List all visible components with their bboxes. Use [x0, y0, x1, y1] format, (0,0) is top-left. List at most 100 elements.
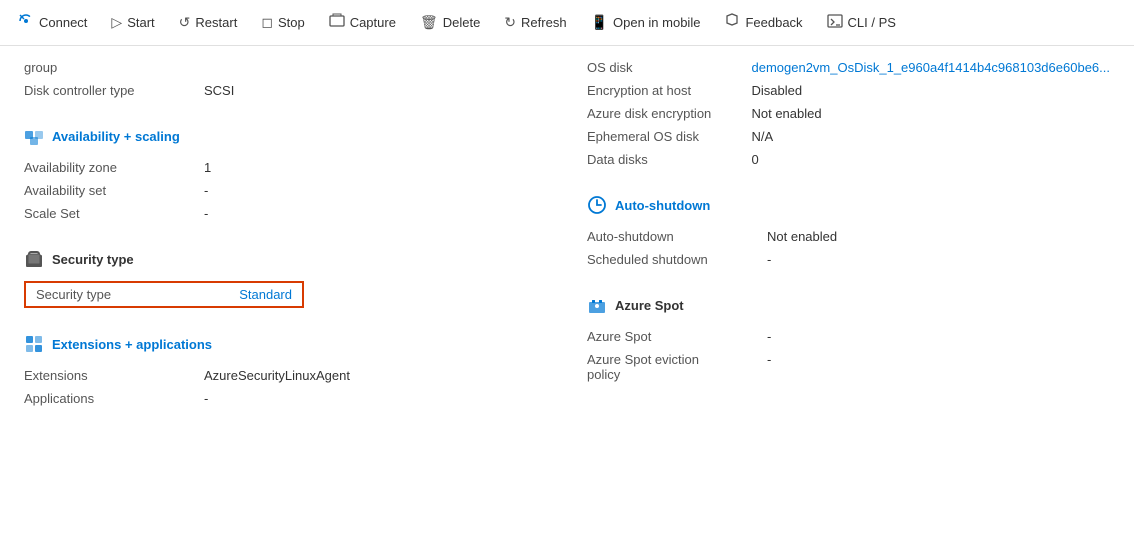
table-row: Extensions AzureSecurityLinuxAgent	[24, 364, 547, 387]
table-row: Azure Spot -	[587, 325, 1110, 348]
prop-value: Not enabled	[751, 102, 1110, 125]
prop-label: Data disks	[587, 148, 751, 171]
extensions-section: Extensions + applications Extensions Azu…	[24, 334, 547, 410]
prop-label: Scale Set	[24, 202, 204, 225]
open-mobile-button[interactable]: 📱 Open in mobile	[581, 8, 711, 37]
connect-button[interactable]: Connect	[8, 7, 97, 38]
availability-icon	[24, 126, 44, 146]
table-row: Ephemeral OS disk N/A	[587, 125, 1110, 148]
prop-label: Encryption at host	[587, 79, 751, 102]
stop-label: Stop	[278, 15, 305, 30]
os-disk-table: OS disk demogen2vm_OsDisk_1_e960a4f1414b…	[587, 56, 1110, 171]
autoshutdown-table: Auto-shutdown Not enabled Scheduled shut…	[587, 225, 1110, 271]
azurespot-icon	[587, 295, 607, 315]
prop-value: Disabled	[751, 79, 1110, 102]
prop-label: Availability set	[24, 179, 204, 202]
left-column: group Disk controller type SCSI	[24, 56, 547, 531]
cli-ps-label: CLI / PS	[848, 15, 896, 30]
autoshutdown-header: Auto-shutdown	[587, 195, 1110, 215]
availability-section: Availability + scaling Availability zone…	[24, 126, 547, 225]
security-icon	[24, 249, 44, 269]
stop-icon: ◻	[261, 14, 273, 31]
security-highlighted-row: Security type Standard	[24, 281, 304, 308]
start-icon: ▷	[111, 14, 122, 31]
capture-label: Capture	[350, 15, 396, 30]
prop-value: Not enabled	[767, 225, 1110, 248]
right-column: OS disk demogen2vm_OsDisk_1_e960a4f1414b…	[587, 56, 1110, 531]
prop-value: demogen2vm_OsDisk_1_e960a4f1414b4c968103…	[751, 56, 1110, 79]
table-row: Availability zone 1	[24, 156, 547, 179]
table-row: Azure Spot evictionpolicy -	[587, 348, 1110, 386]
prop-label: Applications	[24, 387, 204, 410]
prop-label: Disk controller type	[24, 79, 204, 102]
prop-label: Ephemeral OS disk	[587, 125, 751, 148]
feedback-label: Feedback	[745, 15, 802, 30]
prop-label: Scheduled shutdown	[587, 248, 767, 271]
prop-label: Azure Spot	[587, 325, 767, 348]
availability-header: Availability + scaling	[24, 126, 547, 146]
partial-top-section: group Disk controller type SCSI	[24, 56, 547, 102]
prop-value: -	[767, 325, 1110, 348]
table-row: group	[24, 56, 547, 79]
prop-label: Azure disk encryption	[587, 102, 751, 125]
restart-button[interactable]: ↺ Restart	[169, 8, 248, 37]
connect-icon	[18, 13, 34, 32]
prop-label: Availability zone	[24, 156, 204, 179]
autoshutdown-section: Auto-shutdown Auto-shutdown Not enabled …	[587, 195, 1110, 271]
azurespot-table: Azure Spot - Azure Spot evictionpolicy -	[587, 325, 1110, 386]
restart-icon: ↺	[179, 14, 191, 31]
prop-value: SCSI	[204, 79, 547, 102]
prop-value: AzureSecurityLinuxAgent	[204, 364, 547, 387]
azurespot-header: Azure Spot	[587, 295, 1110, 315]
start-label: Start	[127, 15, 154, 30]
prop-label: Extensions	[24, 364, 204, 387]
prop-value: -	[204, 387, 547, 410]
restart-label: Restart	[195, 15, 237, 30]
security-type-label: Security type	[36, 287, 111, 302]
prop-value: -	[204, 179, 547, 202]
table-row: Encryption at host Disabled	[587, 79, 1110, 102]
prop-label: Auto-shutdown	[587, 225, 767, 248]
delete-button[interactable]: 🗑 Delete	[410, 8, 490, 37]
prop-label: OS disk	[587, 56, 751, 79]
refresh-label: Refresh	[521, 15, 567, 30]
delete-label: Delete	[443, 15, 481, 30]
extensions-header: Extensions + applications	[24, 334, 547, 354]
capture-icon	[329, 13, 345, 32]
prop-value: 0	[751, 148, 1110, 171]
feedback-button[interactable]: Feedback	[714, 7, 812, 38]
feedback-icon	[724, 13, 740, 32]
connect-label: Connect	[39, 15, 87, 30]
toolbar: Connect ▷ Start ↺ Restart ◻ Stop Capture…	[0, 0, 1134, 46]
table-row: OS disk demogen2vm_OsDisk_1_e960a4f1414b…	[587, 56, 1110, 79]
prop-value: N/A	[751, 125, 1110, 148]
availability-title: Availability + scaling	[52, 129, 180, 144]
os-disk-section: OS disk demogen2vm_OsDisk_1_e960a4f1414b…	[587, 56, 1110, 171]
delete-icon: 🗑	[420, 14, 438, 31]
prop-value: -	[767, 348, 1110, 386]
table-row: Azure disk encryption Not enabled	[587, 102, 1110, 125]
azurespot-section: Azure Spot Azure Spot - Azure Spot evict…	[587, 295, 1110, 386]
availability-table: Availability zone 1 Availability set - S…	[24, 156, 547, 225]
extensions-table: Extensions AzureSecurityLinuxAgent Appli…	[24, 364, 547, 410]
cli-ps-button[interactable]: CLI / PS	[817, 7, 906, 38]
prop-value: -	[767, 248, 1110, 271]
autoshutdown-title: Auto-shutdown	[615, 198, 710, 213]
stop-button[interactable]: ◻ Stop	[251, 8, 314, 37]
security-type-value[interactable]: Standard	[239, 287, 292, 302]
capture-button[interactable]: Capture	[319, 7, 406, 38]
table-row: Auto-shutdown Not enabled	[587, 225, 1110, 248]
table-row: Applications -	[24, 387, 547, 410]
prop-label: group	[24, 56, 204, 79]
autoshutdown-icon	[587, 195, 607, 215]
security-section: Security type Security type Standard	[24, 249, 547, 310]
table-row: Scale Set -	[24, 202, 547, 225]
security-title: Security type	[52, 252, 134, 267]
security-header: Security type	[24, 249, 547, 269]
refresh-button[interactable]: ↻ Refresh	[494, 8, 576, 37]
prop-value	[204, 56, 547, 79]
start-button[interactable]: ▷ Start	[101, 8, 164, 37]
prop-value: -	[204, 202, 547, 225]
refresh-icon: ↻	[504, 14, 516, 31]
main-content: group Disk controller type SCSI	[0, 46, 1134, 541]
